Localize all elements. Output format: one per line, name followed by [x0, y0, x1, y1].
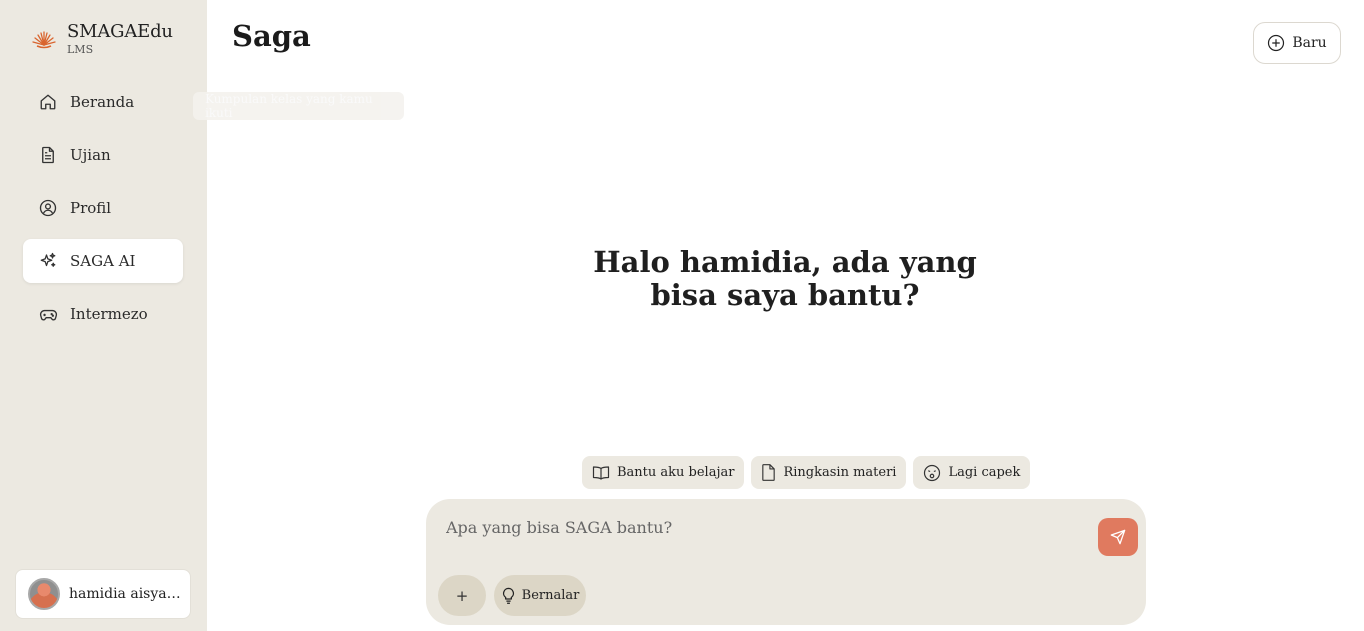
add-attachment-button[interactable]: +	[438, 575, 486, 616]
tooltip: Kumpulan kelas yang kamu ikuti	[193, 92, 404, 120]
new-chat-label: Baru	[1292, 35, 1327, 51]
sidebar-item-beranda[interactable]: Beranda	[23, 80, 183, 124]
send-button[interactable]	[1098, 518, 1138, 556]
tired-face-icon	[924, 464, 941, 481]
sidebar: SMAGAEdu LMS Beranda Ujian Profil SAGA A…	[0, 0, 207, 631]
chat-composer: + Bernalar	[426, 499, 1146, 625]
sidebar-item-profil[interactable]: Profil	[23, 186, 183, 230]
greeting-heading: Halo hamidia, ada yang bisa saya bantu?	[560, 246, 1010, 312]
user-profile-button[interactable]: hamidia aisya r...	[15, 569, 191, 619]
user-circle-icon	[38, 198, 58, 218]
send-icon	[1110, 529, 1126, 545]
suggestion-label: Lagi capek	[948, 465, 1021, 480]
sidebar-item-label: Ujian	[70, 146, 111, 164]
brand-subtitle: LMS	[67, 43, 94, 56]
file-icon	[762, 464, 776, 481]
greeting-line-2: bisa saya bantu?	[650, 278, 920, 312]
lightbulb-icon	[502, 587, 514, 604]
page-title: Saga	[232, 19, 311, 53]
sidebar-item-intermezo[interactable]: Intermezo	[23, 292, 183, 336]
document-icon	[38, 145, 58, 165]
book-icon	[592, 465, 610, 480]
sidebar-item-ujian[interactable]: Ujian	[23, 133, 183, 177]
suggestion-chips: Bantu aku belajar Ringkasin materi Lagi …	[582, 456, 1037, 489]
home-icon	[38, 92, 58, 112]
user-name: hamidia aisya r...	[69, 586, 181, 602]
reasoning-toggle[interactable]: Bernalar	[494, 575, 586, 616]
suggestion-lagi-capek[interactable]: Lagi capek	[913, 456, 1031, 489]
suggestion-label: Bantu aku belajar	[617, 465, 735, 480]
new-chat-button[interactable]: Baru	[1253, 22, 1341, 64]
sidebar-nav: Beranda Ujian Profil SAGA AI Intermezo	[23, 80, 183, 345]
sidebar-item-label: Profil	[70, 199, 112, 217]
gamepad-icon	[38, 304, 58, 324]
brand-logo-icon	[32, 31, 56, 49]
sidebar-item-label: Beranda	[70, 93, 135, 111]
greeting-line-1: Halo hamidia, ada yang	[593, 245, 977, 279]
sidebar-item-label: SAGA AI	[70, 252, 136, 270]
brand[interactable]: SMAGAEdu LMS	[32, 20, 173, 56]
plus-circle-icon	[1268, 34, 1285, 52]
reasoning-label: Bernalar	[521, 588, 580, 603]
brand-name: SMAGAEdu	[67, 21, 173, 42]
sparkles-icon	[38, 251, 58, 271]
suggestion-label: Ringkasin materi	[783, 465, 897, 480]
suggestion-bantu-belajar[interactable]: Bantu aku belajar	[582, 456, 745, 489]
sidebar-item-label: Intermezo	[70, 305, 148, 323]
avatar	[28, 578, 60, 610]
sidebar-item-saga-ai[interactable]: SAGA AI	[23, 239, 183, 283]
suggestion-ringkasin-materi[interactable]: Ringkasin materi	[751, 456, 907, 489]
chat-input[interactable]	[446, 514, 1086, 540]
